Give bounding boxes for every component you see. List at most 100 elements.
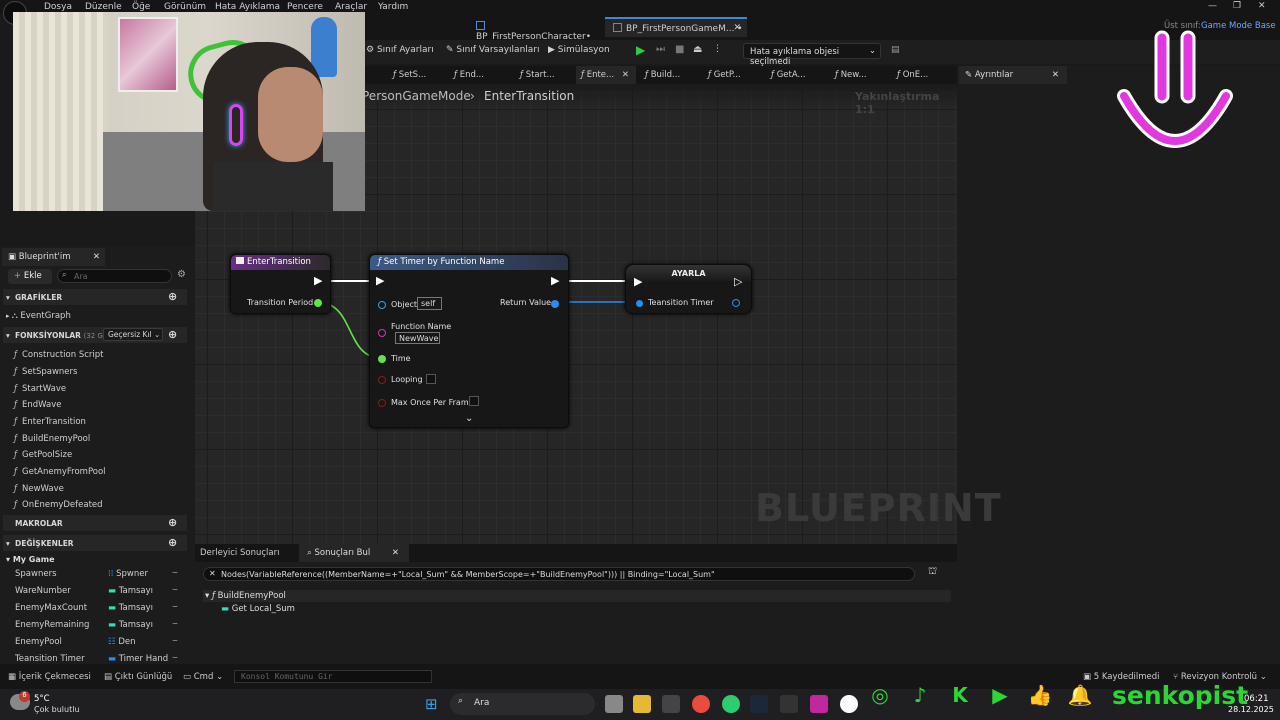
file-explorer-icon[interactable] (633, 695, 651, 713)
binoculars-icon[interactable]: ⛫ (928, 566, 937, 579)
expand-chevron-icon[interactable]: ⌄ (465, 413, 473, 424)
settings-gear-icon[interactable]: ⚙ (177, 269, 186, 280)
variable-category[interactable]: ▾ My Game (6, 555, 55, 564)
eject-icon[interactable]: ⏏ (693, 44, 702, 55)
my-blueprint-tab[interactable]: ▣ Blueprint'im ✕ (2, 248, 105, 266)
cmd-dropdown[interactable]: ▭ Cmd ⌄ (183, 672, 223, 682)
output-log-button[interactable]: ▤ Çıktı Günlüğü (104, 672, 172, 682)
max-once-checkbox[interactable] (469, 396, 479, 406)
add-function-icon[interactable]: ⊕ (168, 328, 177, 341)
menu-window[interactable]: Pencere (287, 2, 323, 12)
menu-file[interactable]: Dosya (44, 2, 72, 12)
name-pin[interactable] (378, 329, 386, 337)
function-item[interactable]: ƒ GetAnemyFromPool (14, 467, 106, 477)
eye-icon[interactable]: ⌣ (172, 602, 178, 612)
find-input[interactable]: ✕ Nodes(VariableReference((MemberName=+"L… (203, 567, 915, 581)
close-tab-icon[interactable]: ✕ (622, 70, 629, 80)
time-pin[interactable] (378, 355, 386, 363)
find-results-tab[interactable]: ⌕ Sonuçları Bul ✕ (299, 544, 409, 562)
menu-tools[interactable]: Araçlar (335, 2, 367, 12)
more-options-icon[interactable]: ⋮ (713, 44, 722, 54)
add-macro-icon[interactable]: ⊕ (168, 516, 177, 529)
play-icon[interactable]: ▶ (636, 43, 645, 57)
function-item[interactable]: ƒ BuildEnemyPool (14, 434, 90, 444)
simulation-button[interactable]: ▶ Simülasyon (548, 45, 610, 55)
object-value[interactable]: self (417, 297, 442, 310)
clear-icon[interactable]: ✕ (209, 569, 216, 578)
return-value-pin[interactable] (551, 300, 559, 308)
functions-section-header[interactable]: ▾ FONKSİYONLAR (32 GEÇE Geçersiz Kıl ⌄ ⊕ (3, 327, 187, 343)
task-view-icon[interactable] (605, 695, 623, 713)
eye-icon[interactable]: ⌣ (172, 636, 178, 646)
graph-tab[interactable]: ƒ New... (835, 66, 875, 84)
function-item[interactable]: ƒ NewWave (14, 484, 64, 494)
graph-tab-active[interactable]: ƒ Ente... ✕ (576, 66, 636, 84)
variable-type[interactable]: ▬ Tamsayı (108, 586, 153, 596)
result-row-selected[interactable] (203, 590, 951, 602)
maximize-icon[interactable]: ❐ (1233, 1, 1241, 11)
add-graph-icon[interactable]: ⊕ (168, 290, 177, 303)
compiler-results-tab[interactable]: Derleyici Sonuçları (200, 548, 279, 558)
object-pin[interactable] (378, 301, 386, 309)
node-set-timer[interactable]: ƒ Set Timer by Function Name ▶ ▶ Object … (369, 254, 569, 428)
function-item[interactable]: ƒ SetSpawners (14, 367, 77, 377)
console-input[interactable]: Konsol Komutunu Gir (234, 670, 432, 683)
graph-tab[interactable]: ƒ End... (454, 66, 494, 84)
close-tab-icon[interactable]: ✕ (733, 23, 741, 33)
function-item[interactable]: ƒ GetPoolSize (14, 450, 72, 460)
graph-tab[interactable]: ƒ Build... (645, 66, 690, 84)
variable-type[interactable]: ⁞⁞ Spwner (108, 569, 148, 579)
doc-tab-gamemode[interactable]: BP_FirstPersonGameM... • ✕ (605, 17, 747, 37)
eye-icon[interactable]: ⌣ (172, 653, 178, 663)
function-item[interactable]: ƒ EndWave (14, 400, 61, 410)
node-enter-transition[interactable]: EnterTransition ▶ Transition Period (230, 254, 331, 314)
exec-in-pin[interactable]: ▶ (634, 275, 642, 288)
looping-checkbox[interactable] (426, 374, 436, 384)
variables-section-header[interactable]: ▾ DEĞİŞKENLER ⊕ (3, 535, 187, 551)
result-function[interactable]: ▾ ƒ BuildEnemyPool (205, 591, 286, 601)
graph-tab[interactable]: ƒ OnE... (897, 66, 937, 84)
variable-type[interactable]: ▬ Tamsayı (108, 603, 153, 613)
class-settings-button[interactable]: ⚙ Sınıf Ayarları (366, 45, 434, 55)
step-icon[interactable]: ⏭ (656, 44, 665, 55)
function-item[interactable]: ƒ Construction Script (14, 350, 103, 360)
variable-type[interactable]: ☷ Den (108, 637, 136, 647)
exec-out-pin[interactable]: ▷ (734, 275, 742, 288)
exec-out-pin[interactable]: ▶ (551, 274, 559, 287)
graph-tab[interactable]: ƒ GetP... (708, 66, 748, 84)
close-tab-icon[interactable]: ✕ (93, 252, 100, 262)
struct-out-pin[interactable] (732, 299, 740, 307)
store-icon[interactable] (662, 695, 680, 713)
function-item[interactable]: ƒ StartWave (14, 384, 66, 394)
function-item[interactable]: ƒ EnterTransition (14, 417, 86, 427)
graph-tab[interactable]: ƒ Start... (520, 66, 560, 84)
macros-section-header[interactable]: MAKROLAR ⊕ (3, 515, 187, 531)
menu-view[interactable]: Görünüm (164, 2, 206, 12)
eye-icon[interactable]: ⌣ (172, 619, 178, 629)
details-tab[interactable]: ✎ Ayrıntılar ✕ (959, 66, 1067, 84)
exec-in-pin[interactable]: ▶ (376, 274, 384, 287)
graphs-section-header[interactable]: ▾ GRAFİKLER ⊕ (3, 289, 187, 305)
function-name-value[interactable]: NewWave (395, 332, 440, 344)
content-drawer-button[interactable]: ▦ İçerik Çekmecesi (8, 672, 91, 682)
class-defaults-button[interactable]: ✎ Sınıf Varsayılanları (446, 45, 540, 55)
variable-type[interactable]: ▬ Timer Hand (108, 654, 168, 664)
menu-asset[interactable]: Öğe (132, 2, 150, 12)
variable-type[interactable]: ▬ Tamsayı (108, 620, 153, 630)
add-button[interactable]: + Ekle (8, 269, 52, 284)
windows-start-icon[interactable]: ⊞ (425, 695, 438, 713)
minimize-icon[interactable]: — (1208, 1, 1217, 11)
taskbar-search[interactable]: ⌕ Ara (450, 693, 595, 715)
app-icon[interactable] (810, 695, 828, 713)
eye-icon[interactable]: ⌣ (172, 585, 178, 595)
bool-pin[interactable] (378, 376, 386, 384)
node-set-variable[interactable]: AYARLA ▶ ▷ Teansition Timer (625, 264, 752, 314)
menu-help[interactable]: Yardım (378, 2, 408, 12)
exec-out-pin[interactable]: ▶ (314, 274, 322, 287)
function-item[interactable]: ƒ OnEnemyDefeated (14, 500, 103, 510)
struct-in-pin[interactable] (636, 300, 643, 307)
add-variable-icon[interactable]: ⊕ (168, 536, 177, 549)
result-item[interactable]: ▬ Get Local_Sum (221, 604, 295, 614)
stop-icon[interactable]: ■ (675, 44, 684, 55)
debug-object-select[interactable]: Hata ayıklama objesi seçilmedi ⌄ (743, 43, 881, 67)
